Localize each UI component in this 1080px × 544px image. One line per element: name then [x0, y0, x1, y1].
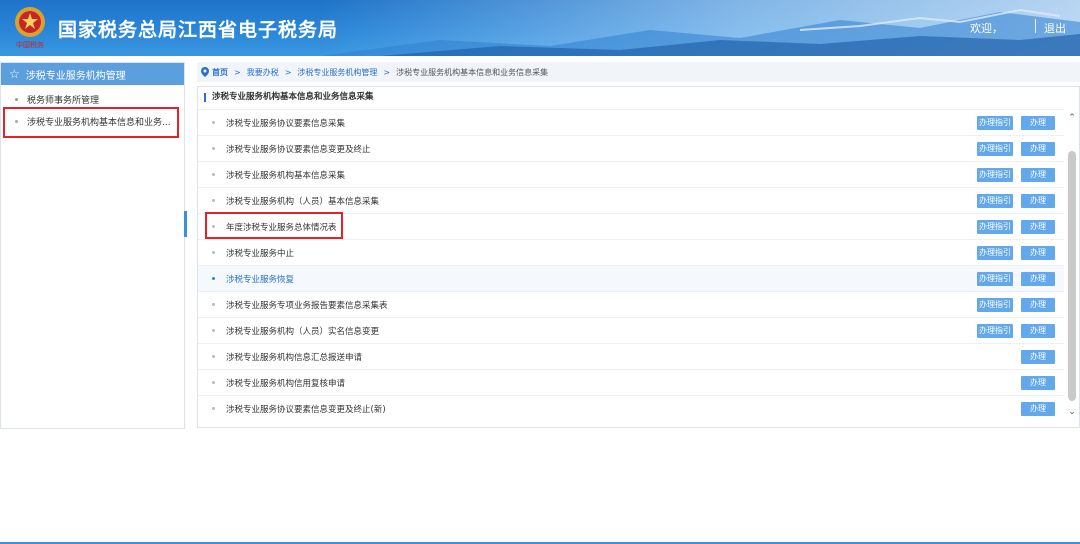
list-item-label[interactable]: 涉税专业服务机构信用复核申请	[226, 377, 345, 389]
list-item-hovered[interactable]: 涉税专业服务恢复 办理指引 办理	[198, 265, 1064, 291]
bullet-icon	[212, 147, 215, 150]
bullet-icon	[212, 173, 215, 176]
handle-button[interactable]: 办理	[1021, 297, 1055, 312]
list-item-label[interactable]: 涉税专业服务中止	[226, 247, 294, 259]
tax-emblem-logo: 中国税务	[15, 7, 45, 49]
bullet-icon	[212, 303, 215, 306]
list-item-label[interactable]: 涉税专业服务机构信息汇总报送申请	[226, 351, 362, 363]
welcome-text: 欢迎，	[970, 22, 1003, 35]
star-icon: ☆	[9, 67, 20, 81]
list-item[interactable]: 涉税专业服务协议要素信息变更及终止(新) 办理	[198, 395, 1064, 421]
header-divider	[1035, 19, 1036, 33]
bullet-icon	[15, 97, 18, 101]
list-item[interactable]: 涉税专业服务机构（人员）实名信息变更 办理指引 办理	[198, 317, 1064, 343]
bullet-icon	[212, 329, 215, 332]
bullet-icon	[212, 277, 215, 280]
list-item-label[interactable]: 涉税专业服务机构基本信息采集	[226, 169, 345, 181]
guide-button[interactable]: 办理指引	[977, 193, 1013, 208]
list-item-label[interactable]: 涉税专业服务协议要素信息变更及终止	[226, 143, 371, 155]
list-item[interactable]: 涉税专业服务协议要素信息采集 办理指引 办理	[198, 109, 1064, 135]
handle-button[interactable]: 办理	[1021, 193, 1055, 208]
guide-button[interactable]: 办理指引	[977, 219, 1013, 234]
list-item[interactable]: 涉税专业服务中止 办理指引 办理	[198, 239, 1064, 265]
breadcrumb-link-agency-management[interactable]: 涉税专业服务机构管理	[297, 67, 377, 78]
guide-button[interactable]: 办理指引	[977, 167, 1013, 182]
bullet-icon	[212, 355, 215, 358]
guide-button[interactable]: 办理指引	[977, 141, 1013, 156]
service-list: 涉税专业服务协议要素信息采集 办理指引 办理 涉税专业服务协议要素信息变更及终止…	[198, 109, 1064, 421]
handle-button[interactable]: 办理	[1021, 349, 1055, 364]
handle-button[interactable]: 办理	[1021, 219, 1055, 234]
list-item-label[interactable]: 涉税专业服务恢复	[226, 273, 294, 285]
sidebar-item-label: 涉税专业服务机构基本信息和业务...	[27, 117, 171, 128]
list-item-label[interactable]: 涉税专业服务机构（人员）实名信息变更	[226, 325, 379, 337]
list-item[interactable]: 涉税专业服务专项业务报告要素信息采集表 办理指引 办理	[198, 291, 1064, 317]
guide-button[interactable]: 办理指引	[977, 297, 1013, 312]
great-wall-banner-image	[320, 8, 1080, 56]
bullet-icon	[212, 407, 215, 410]
breadcrumb-home-link[interactable]: 首页	[212, 67, 228, 78]
chevron-down-icon[interactable]: ⌄	[1064, 405, 1080, 419]
guide-button[interactable]: 办理指引	[977, 271, 1013, 286]
logout-link[interactable]: 退出	[1044, 20, 1066, 36]
bullet-icon	[212, 121, 215, 124]
logo-caption: 中国税务	[16, 40, 44, 49]
breadcrumb: 首页 > 我要办税 > 涉税专业服务机构管理 > 涉税专业服务机构基本信息和业务…	[197, 62, 1080, 82]
breadcrumb-link-tax-handling[interactable]: 我要办税	[247, 67, 279, 78]
list-item-label[interactable]: 涉税专业服务专项业务报告要素信息采集表	[226, 299, 388, 311]
main-panel: 涉税专业服务机构基本信息和业务信息采集 涉税专业服务协议要素信息采集 办理指引 …	[197, 86, 1080, 428]
list-item[interactable]: 涉税专业服务机构信息汇总报送申请 办理	[198, 343, 1064, 369]
bullet-icon	[212, 251, 215, 254]
guide-button[interactable]: 办理指引	[977, 323, 1013, 338]
handle-button[interactable]: 办理	[1021, 141, 1055, 156]
handle-button[interactable]: 办理	[1021, 245, 1055, 260]
bullet-icon	[212, 225, 215, 228]
sidebar-heading-label: 涉税专业服务机构管理	[25, 70, 126, 82]
list-item-label[interactable]: 涉税专业服务协议要素信息变更及终止(新)	[226, 403, 386, 415]
handle-button[interactable]: 办理	[1021, 271, 1055, 286]
bullet-icon	[15, 119, 18, 123]
guide-button[interactable]: 办理指引	[977, 245, 1013, 260]
handle-button[interactable]: 办理	[1021, 115, 1055, 130]
breadcrumb-separator: >	[284, 67, 292, 77]
list-item-label[interactable]: 涉税专业服务协议要素信息采集	[226, 117, 345, 129]
top-header: 中国税务 国家税务总局江西省电子税务局 欢迎， 退出	[0, 0, 1080, 56]
panel-title: 涉税专业服务机构基本信息和业务信息采集	[204, 93, 374, 102]
bullet-icon	[212, 381, 215, 384]
list-item[interactable]: 涉税专业服务机构基本信息采集 办理指引 办理	[198, 161, 1064, 187]
breadcrumb-current: 涉税专业服务机构基本信息和业务信息采集	[396, 67, 549, 77]
list-item[interactable]: 涉税专业服务协议要素信息变更及终止 办理指引 办理	[198, 135, 1064, 161]
sidebar-item-basic-info-collection[interactable]: 涉税专业服务机构基本信息和业务...	[1, 109, 184, 133]
list-item[interactable]: 涉税专业服务机构（人员）基本信息采集 办理指引 办理	[198, 187, 1064, 213]
handle-button[interactable]: 办理	[1021, 401, 1055, 416]
chevron-up-icon[interactable]: ⌃	[1064, 111, 1080, 125]
sidebar-heading[interactable]: ☆ 涉税专业服务机构管理	[1, 63, 184, 85]
handle-button[interactable]: 办理	[1021, 167, 1055, 182]
list-item-label[interactable]: 涉税专业服务机构（人员）基本信息采集	[226, 195, 379, 207]
list-item-label[interactable]: 年度涉税专业服务总体情况表	[226, 221, 337, 233]
handle-button[interactable]: 办理	[1021, 375, 1055, 390]
site-title: 国家税务总局江西省电子税务局	[58, 19, 339, 41]
sidebar-collapse-handle[interactable]	[184, 211, 187, 237]
vertical-scrollbar[interactable]: ⌃ ⌄	[1064, 109, 1080, 421]
sidebar-item-tax-agency-management[interactable]: 税务师事务所管理	[1, 87, 184, 111]
location-pin-icon	[201, 67, 209, 77]
bullet-icon	[212, 199, 215, 202]
guide-button[interactable]: 办理指引	[977, 115, 1013, 130]
left-sidebar: ☆ 涉税专业服务机构管理 税务师事务所管理 涉税专业服务机构基本信息和业务...	[0, 62, 185, 429]
list-item[interactable]: 年度涉税专业服务总体情况表 办理指引 办理	[198, 213, 1064, 239]
sidebar-item-label: 税务师事务所管理	[27, 95, 100, 106]
breadcrumb-separator: >	[234, 67, 241, 77]
breadcrumb-separator: >	[383, 67, 391, 77]
scrollbar-thumb[interactable]	[1068, 151, 1076, 401]
list-item[interactable]: 涉税专业服务机构信用复核申请 办理	[198, 369, 1064, 395]
handle-button[interactable]: 办理	[1021, 323, 1055, 338]
